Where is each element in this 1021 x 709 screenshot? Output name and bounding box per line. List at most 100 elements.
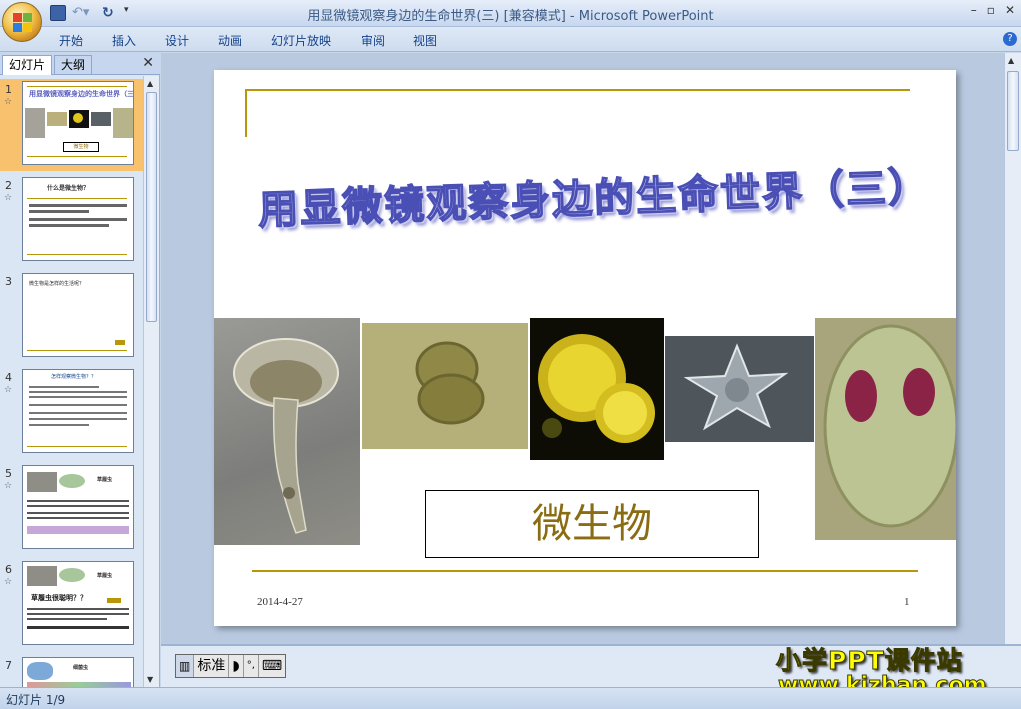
slide-thumbnail[interactable]: 4 ☆ 怎样观察微生物？？ bbox=[0, 367, 143, 459]
slide-editing-area: 用显微镜观察身边的生命世界（三） 微生物 2014-4-27 1 bbox=[161, 53, 1004, 644]
tab-design[interactable]: 设计 bbox=[165, 32, 189, 49]
thumbnail-image bbox=[27, 566, 57, 586]
slide-scrollbar[interactable]: ▲ bbox=[1004, 53, 1021, 644]
top-rule bbox=[245, 89, 910, 91]
scroll-thumb[interactable] bbox=[1007, 71, 1019, 151]
tab-insert[interactable]: 插入 bbox=[112, 32, 136, 49]
thumbnail-number: 5 bbox=[5, 467, 12, 480]
thumbnail-rule bbox=[27, 350, 127, 351]
thumbnail-rule bbox=[27, 446, 127, 447]
thumbnail-subtitle: 微生物 bbox=[63, 142, 99, 152]
thumbnail-image bbox=[47, 112, 67, 126]
microbe-drawing bbox=[683, 343, 789, 431]
ribbon-tabs: 开始 插入 设计 动画 幻灯片放映 审阅 视图 ? bbox=[0, 27, 1021, 52]
slide-number[interactable]: 1 bbox=[904, 596, 910, 608]
watermark-title: 小学PPT课件站 bbox=[776, 646, 963, 676]
thumbnail-image bbox=[113, 108, 133, 138]
title-separator: - bbox=[565, 9, 579, 24]
tab-review[interactable]: 审阅 bbox=[361, 32, 385, 49]
microbe-image-4[interactable] bbox=[665, 336, 814, 442]
thumbnail-text-line bbox=[27, 500, 129, 502]
help-icon[interactable]: ? bbox=[1003, 32, 1017, 46]
slide-title[interactable]: 用显微镜观察身边的生命世界（三） bbox=[214, 153, 956, 237]
office-logo-icon bbox=[13, 13, 33, 33]
thumbnail-text-line bbox=[29, 204, 127, 207]
microbe-image-3[interactable] bbox=[530, 318, 664, 460]
thumbnail-preview: 用显微镜观察身边的生命世界（三） 微生物 bbox=[22, 81, 134, 165]
microbe-image-1[interactable] bbox=[214, 318, 360, 545]
microbe-drawing bbox=[538, 334, 655, 443]
thumbnail-number: 3 bbox=[5, 275, 12, 288]
office-button[interactable] bbox=[2, 2, 42, 42]
thumbnail-preview: 草履虫 草履虫很聪明？？ bbox=[22, 561, 134, 645]
thumbnail-text-line bbox=[27, 512, 129, 514]
thumbnail-text-line bbox=[29, 210, 89, 213]
ime-mode[interactable]: 标准 bbox=[194, 655, 230, 677]
slide-subtitle[interactable]: 微生物 bbox=[425, 490, 759, 558]
thumbnail-text-line bbox=[27, 608, 129, 610]
thumbnail-number: 1 bbox=[5, 83, 12, 96]
thumbnail-scrollbar[interactable]: ▲ ▼ bbox=[143, 76, 159, 687]
title-bar: ↶▾ ↻ ▾ 用显微镜观察身边的生命世界(三) [兼容模式] - Microso… bbox=[0, 0, 1021, 27]
ime-punctuation-icon[interactable]: °, bbox=[244, 655, 259, 677]
thumbnail-rule bbox=[27, 198, 127, 199]
restore-button[interactable]: ▫ bbox=[987, 3, 995, 17]
minimize-button[interactable]: – bbox=[971, 3, 977, 17]
tab-slides[interactable]: 幻灯片 bbox=[2, 55, 53, 75]
panel-close-icon[interactable]: ✕ bbox=[142, 55, 154, 71]
thumbnail-highlight bbox=[27, 526, 129, 534]
microbe-drawing bbox=[823, 324, 956, 528]
window-controls: – ▫ ✕ bbox=[971, 3, 1015, 17]
slide-thumbnail[interactable]: 2 ☆ 什么是微生物？ bbox=[0, 175, 143, 267]
thumbnail-text-line bbox=[29, 396, 127, 398]
slide-thumbnail[interactable]: 5 ☆ 草履虫 bbox=[0, 463, 143, 555]
ime-halfwidth-icon[interactable]: ◗ bbox=[229, 655, 244, 677]
thumbnail-preview: 微生物是怎样的生活呢？ bbox=[22, 273, 134, 357]
thumbnail-image bbox=[59, 474, 85, 488]
thumbnail-title: 草履虫很聪明？？ bbox=[31, 594, 87, 602]
status-bar: 幻灯片 1/9 bbox=[0, 687, 1021, 709]
thumbnail-preview: 什么是微生物？ bbox=[22, 177, 134, 261]
thumbnail-image bbox=[25, 108, 45, 138]
thumbnail-text-line bbox=[27, 505, 129, 507]
microbe-image-2[interactable] bbox=[362, 323, 528, 449]
thumbnail-text-line bbox=[29, 391, 127, 393]
thumbnail-text-line bbox=[27, 613, 129, 615]
microbe-image-5[interactable] bbox=[815, 318, 956, 540]
ime-toolbar: ▥ 标准 ◗ °, ⌨ bbox=[175, 654, 287, 678]
thumbnail-title: 什么是微生物？ bbox=[47, 185, 90, 192]
tab-home[interactable]: 开始 bbox=[59, 32, 83, 49]
thumbnail-text-line bbox=[29, 412, 127, 414]
slide-thumbnail[interactable]: 3 微生物是怎样的生活呢？ bbox=[0, 271, 143, 363]
tab-animations[interactable]: 动画 bbox=[218, 32, 242, 49]
animation-star-icon: ☆ bbox=[4, 577, 13, 587]
scroll-down-icon[interactable]: ▼ bbox=[147, 675, 153, 684]
ime-switch-icon[interactable]: ▥ bbox=[176, 655, 195, 677]
tab-view[interactable]: 视图 bbox=[413, 32, 437, 49]
thumbnail-preview: 细菌虫 bbox=[22, 657, 134, 687]
scroll-up-icon[interactable]: ▲ bbox=[1008, 56, 1014, 65]
thumbnail-number: 4 bbox=[5, 371, 12, 384]
thumbnail-rule bbox=[27, 156, 127, 157]
ime-keyboard-icon[interactable]: ⌨ bbox=[259, 655, 285, 677]
microbe-drawing bbox=[233, 338, 339, 534]
thumbnail-text-line bbox=[29, 218, 127, 221]
animation-star-icon: ☆ bbox=[4, 193, 13, 203]
scroll-up-icon[interactable]: ▲ bbox=[147, 79, 153, 88]
tab-slideshow[interactable]: 幻灯片放映 bbox=[271, 32, 331, 49]
slide-canvas[interactable]: 用显微镜观察身边的生命世界（三） 微生物 2014-4-27 1 bbox=[214, 70, 956, 626]
thumbnail-number: 2 bbox=[5, 179, 12, 192]
tab-outline[interactable]: 大纲 bbox=[54, 55, 93, 75]
slide-thumbnail[interactable]: 6 ☆ 草履虫 草履虫很聪明？？ bbox=[0, 559, 143, 651]
thumbnail-text-line bbox=[29, 386, 99, 388]
thumbnail-rule bbox=[27, 86, 127, 87]
slide-thumbnail[interactable]: 1 ☆ 用显微镜观察身边的生命世界（三） 微生物 bbox=[0, 79, 143, 171]
thumbnail-number: 7 bbox=[5, 659, 12, 672]
slide-thumbnail[interactable]: 7 细菌虫 bbox=[0, 655, 143, 687]
panel-tabs: 幻灯片 大纲 ✕ bbox=[0, 53, 160, 75]
scroll-thumb[interactable] bbox=[146, 92, 157, 322]
thumbnail-button-shape bbox=[107, 598, 121, 603]
thumbnail-text-line bbox=[27, 618, 107, 620]
close-button[interactable]: ✕ bbox=[1005, 3, 1015, 17]
slide-date[interactable]: 2014-4-27 bbox=[257, 596, 303, 608]
